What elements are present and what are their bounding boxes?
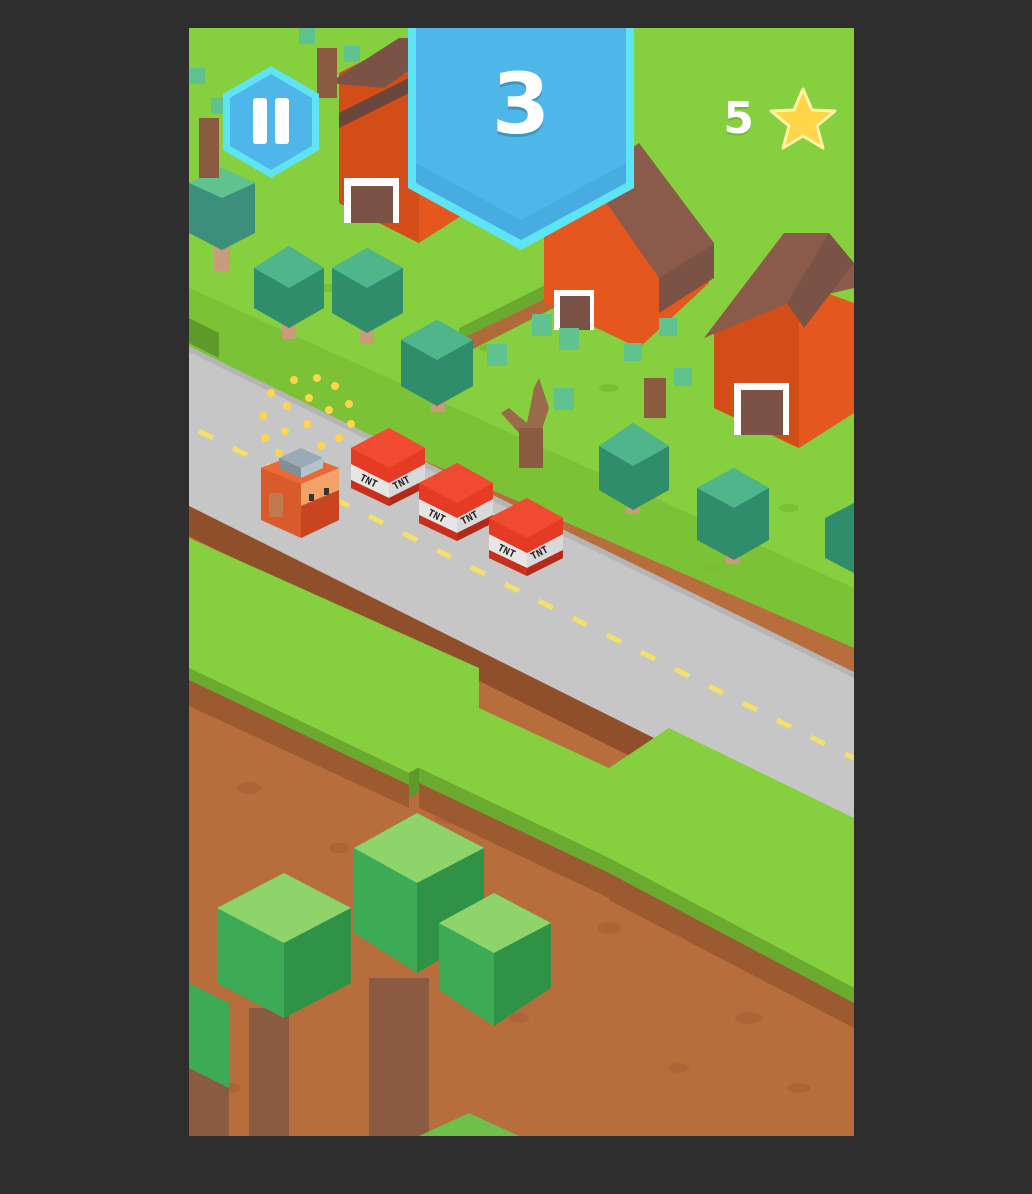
- score-banner: 3: [408, 28, 634, 254]
- score-value: 3: [491, 55, 551, 153]
- star-count: 5: [723, 93, 754, 144]
- fg-tree-left-edge: [189, 983, 229, 1136]
- star-icon: [769, 87, 837, 150]
- star-counter: 5: [723, 86, 838, 152]
- pause-icon: [223, 66, 319, 178]
- pause-button[interactable]: [219, 64, 323, 180]
- game-viewport[interactable]: TNT TNT TNT TNT TNT TNT 3 5: [189, 28, 854, 1136]
